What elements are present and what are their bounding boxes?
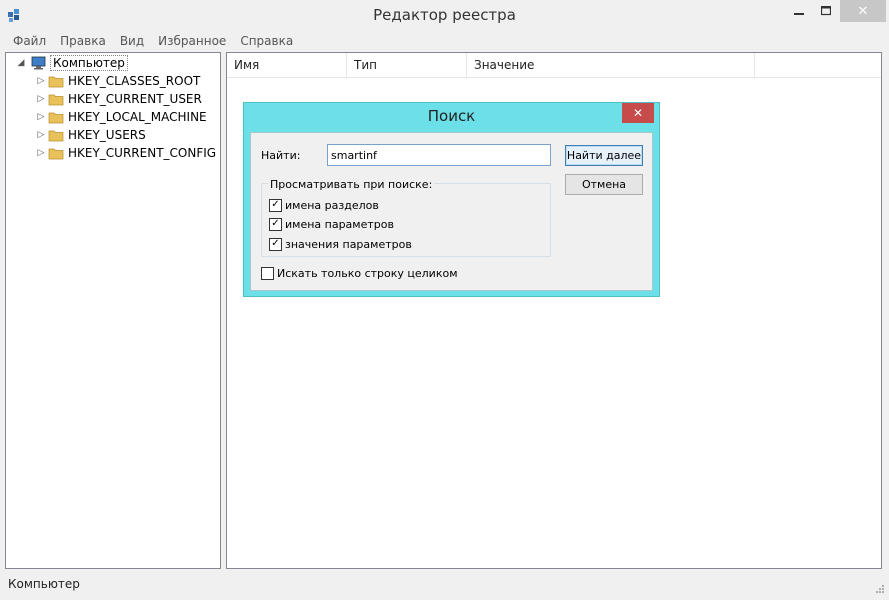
tree-item-hkcc[interactable]: ▷ HKEY_CURRENT_CONFIG: [36, 144, 217, 162]
column-header-data[interactable]: Значение: [467, 53, 755, 77]
dialog-body: Найти: Найти далее Отмена Просматривать …: [250, 132, 653, 291]
look-at-label: Просматривать при поиске:: [268, 178, 435, 191]
column-header-name[interactable]: Имя: [227, 53, 347, 77]
tree-item-hkcr[interactable]: ▷ HKEY_CLASSES_ROOT: [36, 72, 201, 90]
menu-file[interactable]: Файл: [6, 34, 53, 48]
maximize-button[interactable]: [812, 0, 840, 22]
menu-view[interactable]: Вид: [113, 34, 151, 48]
expand-arrow-icon[interactable]: ▷: [36, 112, 46, 122]
find-input[interactable]: [327, 144, 551, 166]
column-header-type[interactable]: Тип: [347, 53, 467, 77]
folder-icon: [48, 76, 64, 87]
checkbox-checked-icon[interactable]: ✓: [269, 238, 282, 251]
list-header: Имя Тип Значение: [227, 53, 881, 78]
close-icon: ✕: [857, 3, 869, 19]
close-icon: ✕: [632, 106, 644, 120]
option-label: значения параметров: [285, 238, 412, 251]
option-whole-string[interactable]: Искать только строку целиком: [261, 267, 458, 280]
menu-favorites[interactable]: Избранное: [151, 34, 233, 48]
menu-help[interactable]: Справка: [233, 34, 300, 48]
tree-item-label: HKEY_CURRENT_USER: [68, 92, 202, 106]
checkbox-checked-icon[interactable]: ✓: [269, 199, 282, 212]
title-bar: Редактор реестра ✕: [0, 0, 889, 30]
dialog-title: Поиск: [427, 107, 476, 125]
tree-item-hklm[interactable]: ▷ HKEY_LOCAL_MACHINE: [36, 108, 207, 126]
tree-item-label: HKEY_USERS: [68, 128, 146, 142]
menu-edit[interactable]: Правка: [53, 34, 113, 48]
cancel-button[interactable]: Отмена: [565, 174, 643, 195]
option-label: имена параметров: [285, 218, 394, 231]
option-label: имена разделов: [285, 199, 379, 212]
computer-icon: [31, 56, 46, 70]
folder-icon: [48, 112, 64, 123]
find-dialog: Поиск ✕ Найти: Найти далее Отмена Просма…: [243, 102, 660, 297]
option-data[interactable]: ✓ значения параметров: [269, 238, 412, 251]
checkbox-unchecked-icon[interactable]: [261, 267, 274, 280]
expand-arrow-icon[interactable]: ▷: [36, 148, 46, 158]
find-label: Найти:: [261, 149, 301, 162]
tree-item-label: HKEY_LOCAL_MACHINE: [68, 110, 207, 124]
folder-icon: [48, 148, 64, 159]
expand-arrow-icon[interactable]: ▷: [36, 76, 46, 86]
maximize-icon: [821, 6, 831, 16]
close-button[interactable]: ✕: [840, 0, 886, 22]
tree-item-computer[interactable]: ◢ Компьютер: [16, 54, 128, 72]
dialog-close-button[interactable]: ✕: [622, 103, 654, 123]
option-keys[interactable]: ✓ имена разделов: [269, 199, 379, 212]
window-title: Редактор реестра: [373, 6, 516, 24]
resize-grip-icon[interactable]: [875, 584, 885, 594]
minimize-button[interactable]: [784, 0, 814, 22]
menu-bar: Файл Правка Вид Избранное Справка: [0, 31, 889, 51]
minimize-icon: [794, 13, 804, 15]
find-next-button[interactable]: Найти далее: [565, 145, 643, 166]
tree-item-label: Компьютер: [50, 55, 128, 71]
expand-arrow-icon[interactable]: ▷: [36, 130, 46, 140]
expand-arrow-icon[interactable]: ▷: [36, 94, 46, 104]
folder-icon: [48, 130, 64, 141]
tree-item-hkcu[interactable]: ▷ HKEY_CURRENT_USER: [36, 90, 202, 108]
folder-icon: [48, 94, 64, 105]
collapse-arrow-icon[interactable]: ◢: [16, 58, 26, 68]
option-values[interactable]: ✓ имена параметров: [269, 218, 394, 231]
status-bar: Компьютер: [0, 572, 889, 600]
tree-item-label: HKEY_CLASSES_ROOT: [68, 74, 201, 88]
status-path: Компьютер: [8, 577, 80, 591]
option-label: Искать только строку целиком: [277, 267, 458, 280]
registry-tree[interactable]: ◢ Компьютер ▷ HKEY_CLASSES_ROOT ▷ HKEY_C…: [5, 52, 221, 569]
tree-item-label: HKEY_CURRENT_CONFIG: [68, 146, 217, 160]
tree-item-hku[interactable]: ▷ HKEY_USERS: [36, 126, 146, 144]
checkbox-checked-icon[interactable]: ✓: [269, 218, 282, 231]
